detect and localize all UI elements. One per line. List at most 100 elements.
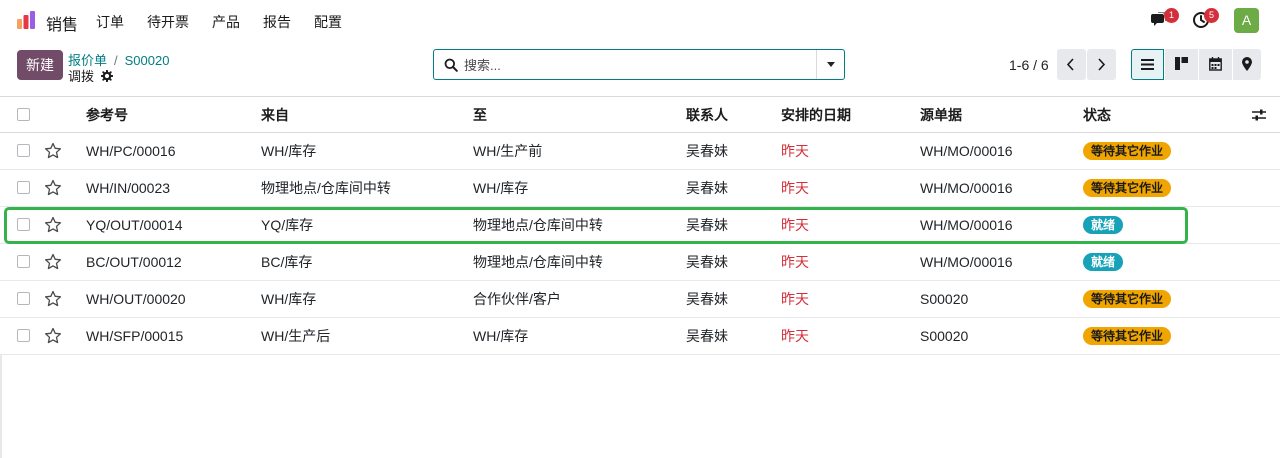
- column-header-scheduled-date[interactable]: 安排的日期: [781, 97, 851, 132]
- app-name[interactable]: 销售: [46, 11, 78, 35]
- list-view-button[interactable]: [1131, 49, 1164, 80]
- star-icon[interactable]: [44, 290, 62, 308]
- cell-reference: WH/SFP/00015: [86, 328, 184, 344]
- star-icon[interactable]: [44, 142, 62, 160]
- calendar-view-button[interactable]: [1199, 49, 1232, 80]
- transfers-table: 参考号 来自 至 联系人 安排的日期 源单据 状态 WH/PC/00016 WH/…: [0, 97, 1280, 355]
- star-icon[interactable]: [44, 253, 62, 271]
- map-pin-icon: [1242, 57, 1252, 71]
- chevron-right-icon: [1098, 58, 1106, 71]
- column-header-status[interactable]: 状态: [1083, 97, 1111, 132]
- cell-scheduled-date: 昨天: [781, 291, 809, 307]
- cell-source-document: WH/MO/00016: [920, 143, 1013, 159]
- row-checkbox[interactable]: [17, 329, 30, 342]
- new-button[interactable]: 新建: [17, 50, 63, 80]
- cell-source-document: S00020: [920, 328, 969, 344]
- status-badge: 等待其它作业: [1083, 290, 1172, 308]
- table-row[interactable]: WH/OUT/00020 WH/库存 合作伙伴/客户 吴春妹 昨天 S00020 等待其它作…: [0, 281, 1280, 318]
- cell-reference: WH/OUT/00020: [86, 291, 186, 307]
- cell-contact: 吴春妹: [686, 217, 728, 233]
- calendar-icon: [1209, 57, 1222, 71]
- menu-item-reports[interactable]: 报告: [263, 12, 291, 32]
- cell-to: WH/库存: [473, 180, 529, 196]
- table-row[interactable]: WH/PC/00016 WH/库存 WH/生产前 吴春妹 昨天 WH/MO/00016 等待…: [0, 133, 1280, 170]
- cell-source-document: WH/MO/00016: [920, 180, 1013, 196]
- cell-contact: 吴春妹: [686, 143, 728, 159]
- status-badge: 等待其它作业: [1083, 142, 1172, 160]
- cell-source-document: WH/MO/00016: [920, 254, 1013, 270]
- page-title-text: 调拨: [68, 69, 95, 84]
- optional-columns-icon[interactable]: [1252, 108, 1266, 122]
- cell-from: WH/库存: [261, 143, 317, 159]
- status-badge: 就绪: [1083, 253, 1124, 271]
- menu-item-to-invoice[interactable]: 待开票: [147, 12, 189, 32]
- menu-item-configuration[interactable]: 配置: [314, 12, 342, 32]
- cell-status: 就绪: [1083, 207, 1124, 243]
- cell-contact: 吴春妹: [686, 180, 728, 196]
- cell-status: 就绪: [1083, 244, 1124, 280]
- cell-scheduled-date: 昨天: [781, 328, 809, 344]
- cell-reference: WH/PC/00016: [86, 143, 176, 159]
- breadcrumb-order[interactable]: S00020: [125, 53, 170, 68]
- table-row[interactable]: BC/OUT/00012 BC/库存 物理地点/仓库间中转 吴春妹 昨天 WH/MO/00…: [0, 244, 1280, 281]
- menu-item-products[interactable]: 产品: [212, 12, 240, 32]
- select-all-checkbox[interactable]: [17, 108, 30, 121]
- breadcrumb-separator: /: [114, 53, 118, 68]
- page-title: 调拨: [68, 66, 114, 85]
- cell-from: WH/生产后: [261, 328, 331, 344]
- search-bar: [433, 49, 845, 80]
- row-checkbox[interactable]: [17, 144, 30, 157]
- cell-reference: WH/IN/00023: [86, 180, 171, 196]
- star-icon[interactable]: [44, 327, 62, 345]
- column-header-to[interactable]: 至: [473, 97, 487, 132]
- menu-item-orders[interactable]: 订单: [96, 12, 124, 32]
- row-checkbox[interactable]: [17, 292, 30, 305]
- row-checkbox[interactable]: [17, 255, 30, 268]
- search-input[interactable]: [464, 55, 814, 75]
- row-checkbox[interactable]: [17, 218, 30, 231]
- row-checkbox[interactable]: [17, 181, 30, 194]
- cell-scheduled-date: 昨天: [781, 217, 809, 233]
- column-header-contact[interactable]: 联系人: [686, 97, 728, 132]
- table-row[interactable]: WH/SFP/00015 WH/生产后 WH/库存 吴春妹 昨天 S00020 等待其它作业: [0, 318, 1280, 355]
- cell-to: 合作伙伴/客户: [473, 291, 561, 307]
- cell-scheduled-date: 昨天: [781, 180, 809, 196]
- cell-to: WH/生产前: [473, 143, 543, 159]
- messages-button[interactable]: 1: [1150, 8, 1179, 33]
- cell-from: BC/库存: [261, 254, 313, 270]
- column-header-source-document[interactable]: 源单据: [920, 97, 962, 132]
- cell-contact: 吴春妹: [686, 328, 728, 344]
- chevron-left-icon: [1066, 58, 1074, 71]
- messages-count-badge: 1: [1164, 8, 1179, 23]
- activities-button[interactable]: 5: [1192, 8, 1219, 33]
- column-header-reference[interactable]: 参考号: [86, 97, 128, 132]
- map-view-button[interactable]: [1233, 49, 1261, 80]
- gear-icon[interactable]: [101, 69, 114, 82]
- cell-contact: 吴春妹: [686, 254, 728, 270]
- kanban-view-button[interactable]: [1165, 49, 1198, 80]
- user-avatar[interactable]: A: [1234, 8, 1259, 33]
- kanban-icon: [1175, 57, 1188, 70]
- cell-contact: 吴春妹: [686, 291, 728, 307]
- search-options-toggle[interactable]: [816, 50, 844, 79]
- pager-value[interactable]: 1-6 / 6: [1009, 57, 1049, 73]
- sales-app-icon[interactable]: [16, 10, 36, 30]
- activities-count-badge: 5: [1204, 8, 1219, 23]
- star-icon[interactable]: [44, 216, 62, 234]
- star-icon[interactable]: [44, 179, 62, 197]
- column-header-from[interactable]: 来自: [261, 97, 289, 132]
- cell-scheduled-date: 昨天: [781, 143, 809, 159]
- status-badge: 等待其它作业: [1083, 327, 1172, 345]
- table-row[interactable]: YQ/OUT/00014 YQ/库存 物理地点/仓库间中转 吴春妹 昨天 WH/MO/00…: [0, 207, 1280, 244]
- table-row[interactable]: WH/IN/00023 物理地点/仓库间中转 WH/库存 吴春妹 昨天 WH/MO/000…: [0, 170, 1280, 207]
- table-header: 参考号 来自 至 联系人 安排的日期 源单据 状态: [0, 97, 1280, 133]
- cell-scheduled-date: 昨天: [781, 254, 809, 270]
- main-menu: 订单 待开票 产品 报告 配置: [96, 12, 365, 32]
- pager-next-button[interactable]: [1087, 49, 1116, 80]
- cell-status: 等待其它作业: [1083, 318, 1172, 354]
- pager-previous-button[interactable]: [1057, 49, 1086, 80]
- cell-from: YQ/库存: [261, 217, 314, 233]
- cell-reference: BC/OUT/00012: [86, 254, 182, 270]
- cell-status: 等待其它作业: [1083, 281, 1172, 317]
- cell-reference: YQ/OUT/00014: [86, 217, 183, 233]
